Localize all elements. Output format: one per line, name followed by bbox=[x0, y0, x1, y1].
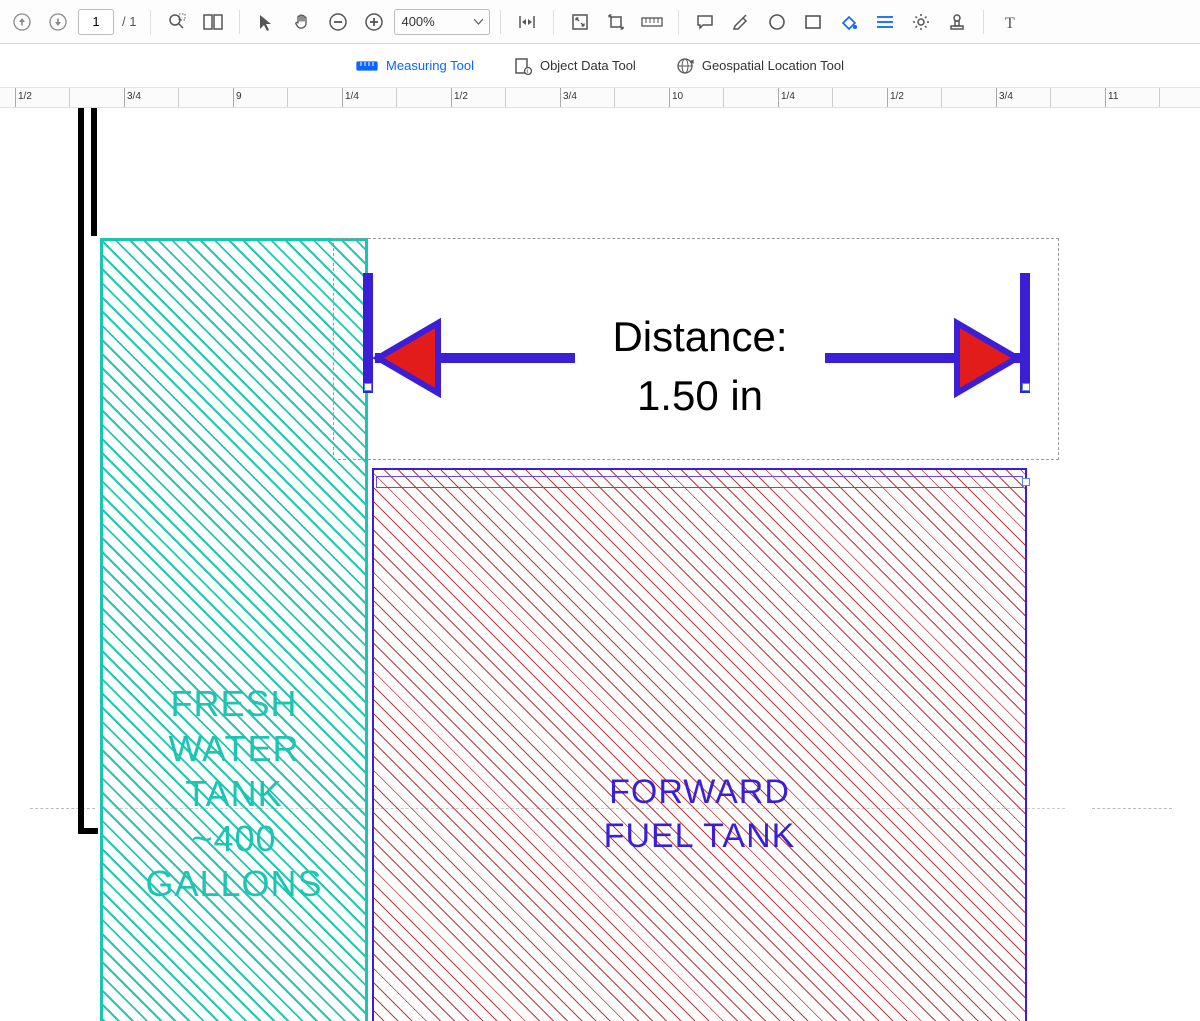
geospatial-tool-button[interactable]: Geospatial Location Tool bbox=[670, 53, 850, 79]
separator bbox=[553, 10, 554, 34]
geospatial-label: Geospatial Location Tool bbox=[702, 58, 844, 73]
selection-handle[interactable] bbox=[1022, 383, 1030, 391]
page-down-button[interactable] bbox=[42, 6, 74, 38]
dashed-reference-line bbox=[30, 808, 95, 809]
document-canvas[interactable]: FRESH WATER TANK ~400 GALLONS FORWARD FU… bbox=[0, 108, 1200, 1021]
actual-size-button[interactable] bbox=[600, 6, 632, 38]
fill-tool-button[interactable] bbox=[833, 6, 865, 38]
zoom-in-button[interactable] bbox=[358, 6, 390, 38]
water-tank-text: ~400 bbox=[103, 816, 365, 861]
structural-edge bbox=[91, 108, 97, 236]
ruler-tick-label: 1/2 bbox=[454, 91, 468, 102]
ruler-tick-label: 10 bbox=[672, 91, 683, 102]
stamp-button[interactable] bbox=[941, 6, 973, 38]
selection-handle[interactable] bbox=[1022, 478, 1030, 486]
highlight-button[interactable] bbox=[725, 6, 757, 38]
hand-tool-button[interactable] bbox=[286, 6, 318, 38]
zoom-level-select[interactable]: 400% bbox=[394, 9, 490, 35]
marquee-zoom-button[interactable] bbox=[161, 6, 193, 38]
horizontal-ruler: 1/2 3/4 9 1/4 1/2 3/4 10 1/4 1/2 3/4 11 bbox=[0, 88, 1200, 108]
measuring-tool-button[interactable]: Measuring Tool bbox=[350, 54, 480, 77]
globe-icon bbox=[676, 57, 694, 75]
ruler-tick-label: 9 bbox=[236, 91, 242, 102]
water-tank-text: GALLONS bbox=[103, 861, 365, 906]
lines-tool-button[interactable] bbox=[869, 6, 901, 38]
page-up-button[interactable] bbox=[6, 6, 38, 38]
zoom-value: 400% bbox=[401, 14, 434, 29]
main-toolbar: / 1 400% bbox=[0, 0, 1200, 44]
selection-tool-button[interactable] bbox=[250, 6, 282, 38]
zoom-out-button[interactable] bbox=[322, 6, 354, 38]
ruler-tick-label: 1/2 bbox=[18, 91, 32, 102]
svg-text:T: T bbox=[1005, 15, 1015, 30]
page-total-label: / 1 bbox=[122, 14, 136, 29]
ruler-tick-label: 1/4 bbox=[345, 91, 359, 102]
measurement-label: Distance: bbox=[500, 308, 900, 367]
two-page-view-button[interactable] bbox=[197, 6, 229, 38]
object-data-label: Object Data Tool bbox=[540, 58, 636, 73]
fuel-tank-text: FORWARD bbox=[374, 770, 1025, 814]
separator bbox=[500, 10, 501, 34]
rectangle-tool-button[interactable] bbox=[797, 6, 829, 38]
circle-tool-button[interactable] bbox=[761, 6, 793, 38]
selection-handle[interactable] bbox=[364, 383, 372, 391]
measuring-tool-label: Measuring Tool bbox=[386, 58, 474, 73]
page-number-input[interactable] bbox=[78, 9, 114, 35]
separator bbox=[678, 10, 679, 34]
water-tank-text: WATER bbox=[103, 726, 365, 771]
measure-button[interactable] bbox=[636, 6, 668, 38]
separator bbox=[239, 10, 240, 34]
comment-button[interactable] bbox=[689, 6, 721, 38]
ruler-tick-label: 1/4 bbox=[781, 91, 795, 102]
sub-toolbar: Measuring Tool i Object Data Tool Geospa… bbox=[0, 44, 1200, 88]
fuel-tank-inner-edge bbox=[376, 476, 1023, 488]
water-tank-text: FRESH bbox=[103, 681, 365, 726]
text-tool-button[interactable]: T bbox=[994, 6, 1026, 38]
separator bbox=[983, 10, 984, 34]
object-data-icon: i bbox=[514, 57, 532, 75]
structural-edge bbox=[78, 108, 84, 832]
settings-button[interactable] bbox=[905, 6, 937, 38]
fresh-water-tank: FRESH WATER TANK ~400 GALLONS bbox=[100, 238, 368, 1021]
chevron-down-icon bbox=[474, 19, 483, 25]
ruler-tick-label: 3/4 bbox=[563, 91, 577, 102]
forward-fuel-tank: FORWARD FUEL TANK bbox=[372, 468, 1027, 1021]
object-data-tool-button[interactable]: i Object Data Tool bbox=[508, 53, 642, 79]
fit-page-button[interactable] bbox=[564, 6, 596, 38]
ruler-tick-label: 3/4 bbox=[127, 91, 141, 102]
ruler-tick-label: 11 bbox=[1108, 91, 1118, 102]
measurement-text: Distance: 1.50 in bbox=[500, 308, 900, 426]
separator bbox=[150, 10, 151, 34]
fit-width-button[interactable] bbox=[511, 6, 543, 38]
dashed-reference-line bbox=[1092, 808, 1172, 809]
ruler-tick-label: 3/4 bbox=[999, 91, 1013, 102]
measurement-value: 1.50 in bbox=[500, 367, 900, 426]
structural-edge bbox=[78, 828, 98, 834]
fuel-tank-text: FUEL TANK bbox=[374, 814, 1025, 858]
water-tank-text: TANK bbox=[103, 771, 365, 816]
ruler-tick-label: 1/2 bbox=[890, 91, 904, 102]
ruler-icon bbox=[356, 59, 378, 73]
